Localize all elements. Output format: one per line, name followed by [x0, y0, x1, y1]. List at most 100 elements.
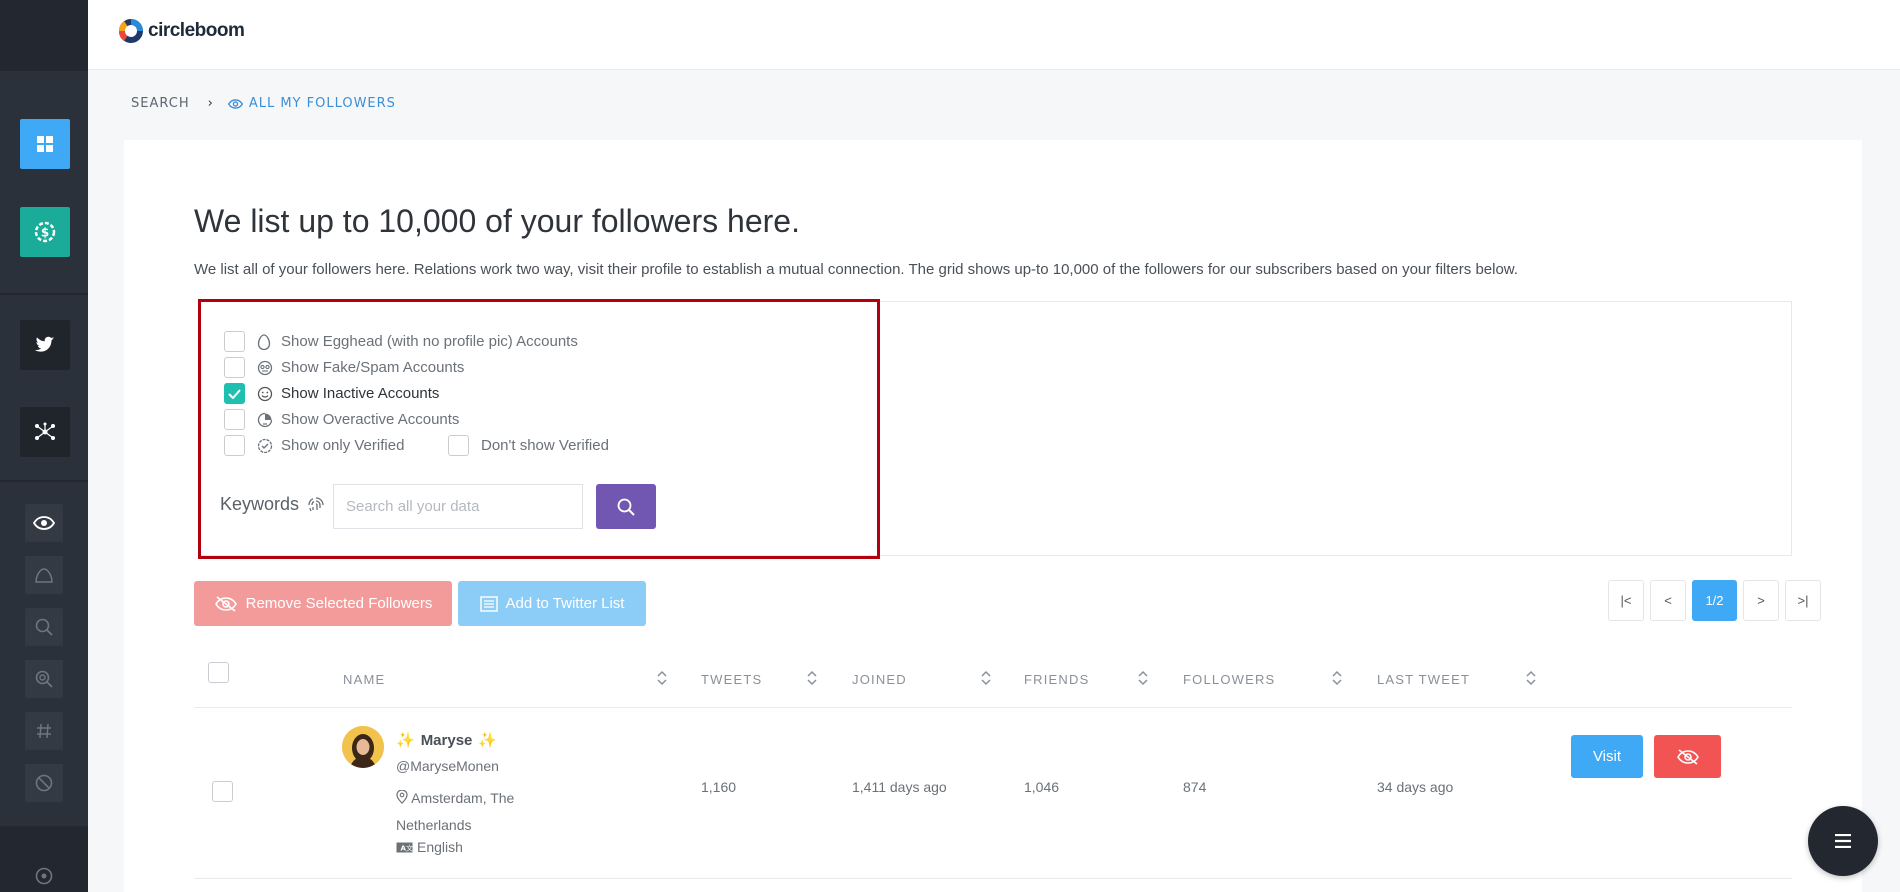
sort-icon[interactable] [806, 670, 818, 686]
sparkle-icon: ✨ [478, 732, 498, 749]
target-icon [35, 867, 53, 885]
inactive-label: Show Inactive Accounts [281, 385, 440, 402]
row-checkbox[interactable] [212, 781, 233, 802]
smile-icon [257, 386, 273, 402]
table-header: NAME TWEETS JOINED FRIENDS FOLLOWERS LAS… [194, 656, 1792, 708]
remove-selected-label: Remove Selected Followers [245, 595, 433, 612]
svg-text:文: 文 [406, 843, 413, 852]
dashboard-button[interactable] [20, 119, 70, 169]
sort-icon[interactable] [1525, 670, 1537, 686]
remove-selected-followers-button[interactable]: Remove Selected Followers [194, 581, 452, 626]
svg-text:$: $ [41, 226, 49, 240]
ban-icon [35, 774, 53, 792]
verified-only-checkbox[interactable] [224, 435, 245, 456]
dashboard-icon [37, 136, 53, 152]
page-last-button[interactable]: >| [1785, 580, 1821, 621]
logo[interactable]: circleboom [116, 16, 245, 46]
add-to-list-label: Add to Twitter List [505, 595, 625, 612]
keywords-label: Keywords [220, 494, 325, 515]
filter-no-verified[interactable]: Don't show Verified [448, 435, 609, 456]
eye-slash-icon [214, 595, 237, 612]
col-followers[interactable]: FOLLOWERS [1183, 672, 1275, 687]
page-title: We list up to 10,000 of your followers h… [194, 203, 800, 239]
page-first-button[interactable]: |< [1608, 580, 1644, 621]
sort-icon[interactable] [1137, 670, 1149, 686]
network-button[interactable] [20, 407, 70, 457]
col-last-tweet[interactable]: LAST TWEET [1377, 672, 1470, 687]
zoom-search-icon [35, 670, 53, 688]
location-pin-icon [396, 789, 408, 804]
settings-nav[interactable] [25, 857, 63, 892]
user-location-text: Amsterdam, The Netherlands [396, 790, 515, 833]
col-joined[interactable]: JOINED [852, 672, 907, 687]
pricing-button[interactable]: $ [20, 207, 70, 257]
list-icon [479, 595, 498, 612]
blocked-nav[interactable] [25, 764, 63, 802]
sort-icon[interactable] [980, 670, 992, 686]
search-nav[interactable] [25, 608, 63, 646]
user-name[interactable]: ✨ Maryse ✨ [396, 731, 498, 750]
followers-nav[interactable] [25, 504, 63, 542]
sidebar: $ [0, 0, 88, 892]
hashtag-nav[interactable] [25, 712, 63, 750]
language-icon: A文 [396, 842, 413, 852]
add-to-twitter-list-button[interactable]: Add to Twitter List [458, 581, 646, 626]
filter-verified-only[interactable]: Show only Verified [224, 435, 404, 456]
egg-icon [35, 568, 53, 583]
select-all-checkbox[interactable] [208, 662, 229, 683]
overactive-checkbox[interactable] [224, 409, 245, 430]
twitter-button[interactable] [20, 320, 70, 370]
page-prev-button[interactable]: < [1650, 580, 1686, 621]
sort-icon[interactable] [656, 670, 668, 686]
search-icon [617, 498, 635, 516]
cell-joined: 1,411 days ago [852, 779, 947, 795]
filter-overactive[interactable]: Show Overactive Accounts [224, 409, 459, 430]
cell-last-tweet: 34 days ago [1377, 779, 1454, 795]
egghead-checkbox[interactable] [224, 331, 245, 352]
circleboom-logo-icon [118, 19, 143, 43]
col-friends[interactable]: FRIENDS [1024, 672, 1089, 687]
hashtag-icon [37, 723, 51, 739]
keywords-text: Keywords [220, 494, 300, 514]
filter-fake[interactable]: Show Fake/Spam Accounts [224, 357, 464, 378]
menu-fab-button[interactable] [1808, 806, 1878, 876]
deep-search-nav[interactable] [25, 660, 63, 698]
cell-tweets: 1,160 [701, 779, 737, 795]
page-next-button[interactable]: > [1743, 580, 1779, 621]
user-handle[interactable]: @MaryseMonen [396, 758, 499, 774]
verified-only-label: Show only Verified [281, 437, 405, 454]
filter-inactive[interactable]: Show Inactive Accounts [224, 383, 439, 404]
col-tweets[interactable]: TWEETS [701, 672, 762, 687]
filter-egghead[interactable]: Show Egghead (with no profile pic) Accou… [224, 331, 578, 352]
dollar-gear-icon: $ [34, 221, 56, 243]
keywords-search-button[interactable] [596, 484, 656, 529]
twitter-icon [35, 336, 55, 352]
visit-button[interactable]: Visit [1571, 735, 1643, 778]
verified-icon [257, 438, 273, 454]
page-description: We list all of your followers here. Rela… [194, 261, 1518, 278]
sidebar-divider [0, 293, 88, 295]
no-verified-checkbox[interactable] [448, 435, 469, 456]
egg-icon [257, 333, 273, 350]
top-header: circleboom [88, 0, 1900, 70]
chevron-right-icon: › [207, 96, 214, 111]
overactive-label: Show Overactive Accounts [281, 411, 460, 428]
table-row: ✨ Maryse ✨ @MaryseMonen Amsterdam, The N… [194, 709, 1792, 879]
hide-follower-button[interactable] [1654, 735, 1721, 778]
breadcrumb-search[interactable]: SEARCH [131, 96, 190, 111]
fake-checkbox[interactable] [224, 357, 245, 378]
egghead-nav[interactable] [25, 556, 63, 594]
sort-icon[interactable] [1331, 670, 1343, 686]
pagination: |< < 1/2 > >| [1608, 580, 1821, 621]
sparkle-icon: ✨ [396, 732, 415, 749]
overactive-icon [257, 412, 273, 428]
logo-text: circleboom [148, 20, 245, 41]
page-current[interactable]: 1/2 [1692, 580, 1737, 621]
avatar[interactable] [342, 726, 384, 768]
fingerprint-icon [308, 496, 324, 511]
keywords-search-input[interactable] [333, 484, 583, 529]
search-icon [35, 618, 53, 636]
col-name[interactable]: NAME [343, 672, 385, 687]
inactive-checkbox[interactable] [224, 383, 245, 404]
network-icon [35, 422, 55, 440]
